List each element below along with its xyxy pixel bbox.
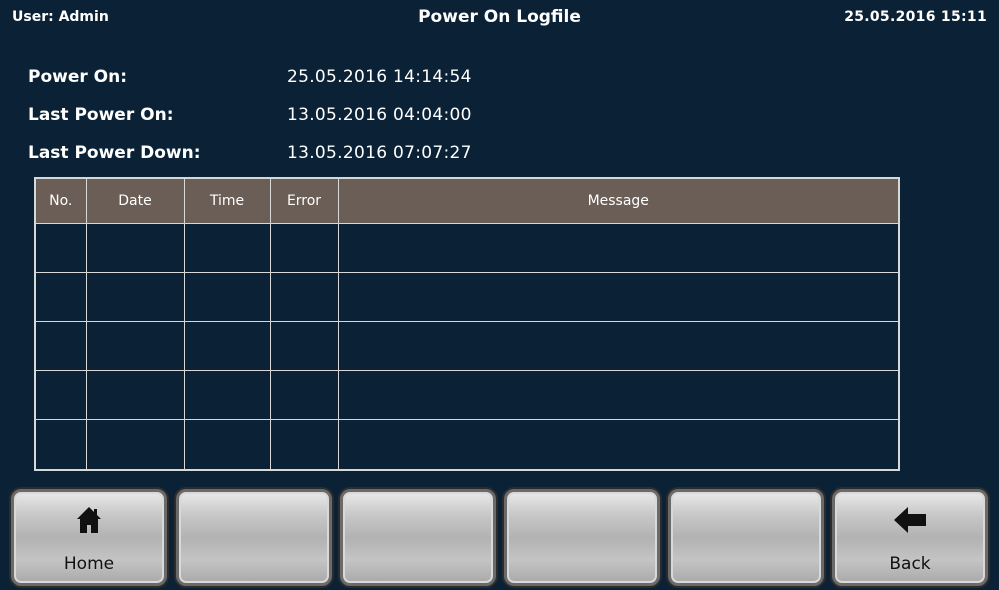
cell-time bbox=[183, 370, 271, 421]
cell-date bbox=[85, 320, 185, 372]
info-label: Power On: bbox=[28, 67, 128, 87]
home-icon bbox=[77, 507, 101, 533]
softkey-3-button[interactable] bbox=[340, 489, 496, 586]
cell-error bbox=[269, 222, 339, 273]
cell-message bbox=[337, 320, 898, 372]
cell-no bbox=[36, 222, 87, 273]
table-row[interactable] bbox=[36, 271, 898, 322]
cell-no bbox=[36, 320, 87, 372]
cell-no bbox=[36, 370, 87, 421]
datetime-display: 25.05.2016 15:11 bbox=[844, 9, 987, 25]
cell-error bbox=[269, 271, 339, 322]
cell-no bbox=[36, 419, 87, 469]
home-button-label: Home bbox=[63, 554, 115, 574]
back-button[interactable]: Back bbox=[832, 489, 988, 586]
table-row[interactable] bbox=[36, 222, 898, 273]
arrow-left-icon bbox=[894, 507, 926, 533]
cell-error bbox=[269, 370, 339, 421]
cell-message bbox=[337, 419, 898, 469]
column-header-no: No. bbox=[36, 179, 87, 223]
softkey-5-button[interactable] bbox=[668, 489, 824, 586]
info-label: Last Power Down: bbox=[28, 143, 201, 163]
cell-error bbox=[269, 419, 339, 469]
info-label: Last Power On: bbox=[28, 105, 174, 125]
table-row[interactable] bbox=[36, 370, 898, 421]
cell-error bbox=[269, 320, 339, 372]
cell-date bbox=[85, 370, 185, 421]
cell-time bbox=[183, 320, 271, 372]
column-header-date: Date bbox=[85, 179, 185, 223]
softkey-4-button[interactable] bbox=[504, 489, 660, 586]
cell-message bbox=[337, 222, 898, 273]
log-table: No. Date Time Error Message bbox=[34, 177, 900, 471]
column-header-message: Message bbox=[337, 179, 898, 223]
header-bar: User: Admin Power On Logfile 25.05.2016 … bbox=[0, 0, 999, 34]
info-value: 25.05.2016 14:14:54 bbox=[287, 67, 472, 87]
cell-time bbox=[183, 271, 271, 322]
softkey-bar: Home Back bbox=[0, 487, 999, 590]
info-value: 13.05.2016 07:07:27 bbox=[287, 143, 472, 163]
back-button-label: Back bbox=[889, 554, 931, 574]
home-button[interactable]: Home bbox=[11, 489, 167, 586]
cell-message bbox=[337, 271, 898, 322]
table-header-row: No. Date Time Error Message bbox=[36, 179, 898, 223]
cell-time bbox=[183, 222, 271, 273]
cell-date bbox=[85, 419, 185, 469]
column-header-time: Time bbox=[183, 179, 271, 223]
cell-message bbox=[337, 370, 898, 421]
table-row[interactable] bbox=[36, 419, 898, 469]
table-row[interactable] bbox=[36, 320, 898, 372]
cell-time bbox=[183, 419, 271, 469]
column-header-error: Error bbox=[269, 179, 339, 223]
info-value: 13.05.2016 04:04:00 bbox=[287, 105, 472, 125]
cell-date bbox=[85, 271, 185, 322]
cell-date bbox=[85, 222, 185, 273]
softkey-2-button[interactable] bbox=[176, 489, 332, 586]
cell-no bbox=[36, 271, 87, 322]
